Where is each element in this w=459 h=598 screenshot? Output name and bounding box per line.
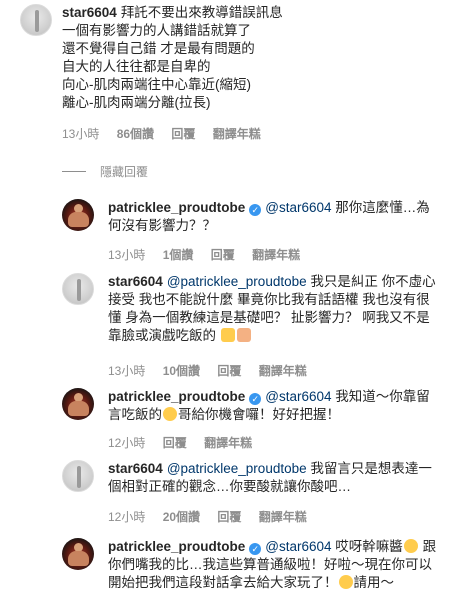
reply-meta: 12小時 回覆 翻譯年糕 (108, 434, 266, 451)
translate-button[interactable]: 翻譯年糕 (204, 436, 252, 450)
avatar[interactable] (62, 538, 94, 570)
username[interactable]: star6604 (108, 461, 163, 476)
mention-link[interactable]: @patricklee_proudtobe (167, 461, 307, 476)
translate-button[interactable]: 翻譯年糕 (259, 364, 307, 378)
timestamp[interactable]: 12小時 (108, 510, 145, 524)
reply-text: patricklee_proudtobe ✓ @star6604 哎呀幹嘛醬 跟你們… (108, 538, 443, 592)
avatar[interactable] (62, 273, 94, 305)
reply-text: star6604 @patricklee_proudtobe 我只是糾正 你不虛心… (108, 273, 443, 345)
comment-body: 拜託不要出來教導錯誤訊息 一個有影響力的人講錯話就算了 還不覺得自己錯 才是最有… (62, 5, 283, 110)
username[interactable]: patricklee_proudtobe (108, 389, 245, 404)
avatar[interactable] (20, 4, 52, 36)
reply-body-cont: 哥給你機會囉！好好把握！ (178, 407, 340, 422)
reply-button[interactable]: 回覆 (217, 364, 241, 378)
reply-body-end: 請用～ (353, 575, 395, 590)
reply-text: star6604 @patricklee_proudtobe 我留言只是想表達一個… (108, 460, 443, 496)
mention-link[interactable]: @patricklee_proudtobe (167, 274, 307, 289)
flexed-biceps-emoji-icon (220, 328, 235, 342)
reply-button[interactable]: 回覆 (211, 248, 235, 262)
timestamp[interactable]: 13小時 (62, 127, 99, 141)
hide-replies-label: 隱藏回覆 (100, 165, 149, 179)
verified-badge-icon: ✓ (249, 204, 262, 216)
reply-button[interactable]: 回覆 (163, 436, 187, 450)
avatar[interactable] (62, 388, 94, 420)
username[interactable]: patricklee_proudtobe (108, 200, 245, 215)
folded-hands-emoji-icon (236, 328, 251, 342)
username[interactable]: star6604 (108, 274, 163, 289)
reply-button[interactable]: 回覆 (171, 127, 195, 141)
sad-face-emoji-icon (403, 539, 418, 553)
avatar[interactable] (62, 199, 94, 231)
avatar[interactable] (62, 460, 94, 492)
verified-badge-icon: ✓ (249, 393, 262, 405)
likes-count[interactable]: 1個讚 (163, 248, 194, 262)
translate-button[interactable]: 翻譯年糕 (252, 248, 300, 262)
likes-count[interactable]: 86個讚 (117, 127, 154, 141)
likes-count[interactable]: 10個讚 (163, 364, 200, 378)
username[interactable]: star6604 (62, 5, 117, 20)
reply-text: patricklee_proudtobe ✓ @star6604 我知道～你靠留言吃… (108, 388, 443, 424)
username[interactable]: patricklee_proudtobe (108, 539, 245, 554)
mention-link[interactable]: @star6604 (265, 539, 331, 554)
reply-button[interactable]: 回覆 (217, 510, 241, 524)
timestamp[interactable]: 13小時 (108, 364, 145, 378)
reply-meta: 13小時 10個讚 回覆 翻譯年糕 (108, 362, 321, 379)
comment-text: star6604 拜託不要出來教導錯誤訊息 一個有影響力的人講錯話就算了 還不覺得… (62, 4, 442, 112)
mention-link[interactable]: @star6604 (265, 389, 331, 404)
screaming-face-emoji-icon (163, 407, 177, 421)
reply-text: patricklee_proudtobe ✓ @star6604 那你這麼懂…為何沒… (108, 199, 443, 235)
reply-body: 哎呀幹嘛醬 (335, 539, 403, 554)
translate-button[interactable]: 翻譯年糕 (259, 510, 307, 524)
translate-button[interactable]: 翻譯年糕 (213, 127, 261, 141)
reply-meta: 13小時 1個讚 回覆 翻譯年糕 (108, 246, 314, 263)
comment-meta: 13小時 86個讚 回覆 翻譯年糕 (62, 125, 275, 142)
verified-badge-icon: ✓ (249, 543, 262, 555)
likes-count[interactable]: 20個讚 (163, 510, 200, 524)
hide-replies-button[interactable]: 隱藏回覆 (62, 163, 148, 180)
timestamp[interactable]: 13小時 (108, 248, 145, 262)
mention-link[interactable]: @star6604 (265, 200, 331, 215)
reply-meta: 12小時 20個讚 回覆 翻譯年糕 (108, 508, 321, 525)
timestamp[interactable]: 12小時 (108, 436, 145, 450)
screaming-face-emoji-icon (338, 575, 353, 589)
divider (62, 171, 86, 172)
